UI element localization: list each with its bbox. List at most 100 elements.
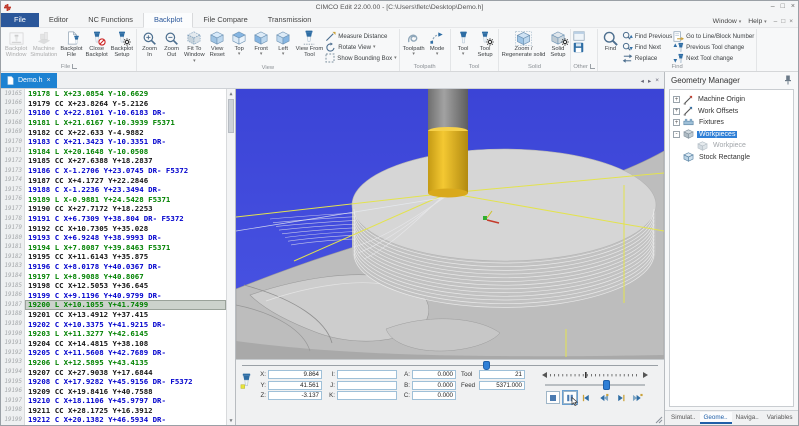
- axis-value-x[interactable]: 9.864: [268, 370, 322, 379]
- code-line[interactable]: 1919119204 CC X+14.4815 Y+38.108: [1, 338, 226, 348]
- mdi-close-icon[interactable]: ×: [789, 18, 793, 25]
- ribbon-button-icon[interactable]: [573, 31, 585, 41]
- minimize-icon[interactable]: –: [771, 2, 775, 12]
- scroll-up-icon[interactable]: ▲: [229, 89, 232, 98]
- ribbon-button-front[interactable]: Front▾: [251, 29, 272, 65]
- code-line[interactable]: 1917419187 CC X+4.1727 Y+22.2846: [1, 175, 226, 185]
- code-line[interactable]: 1916719180 C X+22.8101 Y-10.6183 DR-: [1, 108, 226, 118]
- ribbon-tab-editor[interactable]: Editor: [39, 13, 78, 27]
- code-line[interactable]: 1917619189 L X-0.9881 Y+24.5428 F5371: [1, 195, 226, 205]
- tree-item-workpiece[interactable]: Workpiece: [673, 140, 790, 152]
- code-line[interactable]: 1918619199 C X+9.1196 Y+40.9799 DR-: [1, 290, 226, 300]
- tree-expander-icon[interactable]: +: [673, 96, 680, 103]
- step-forward-button[interactable]: [614, 391, 628, 404]
- ribbon-button-find-previous[interactable]: Find Previous: [622, 31, 672, 41]
- code-line[interactable]: 1919219205 C X+11.5608 Y+42.7689 DR-: [1, 348, 226, 358]
- stop-button[interactable]: [546, 391, 560, 404]
- ribbon-button-view-reset[interactable]: View Reset: [207, 29, 228, 65]
- ribbon-button-zoom-out[interactable]: Zoom Out: [161, 29, 182, 65]
- ribbon-button-replace[interactable]: Replace: [622, 53, 672, 63]
- code-line[interactable]: 1916619179 CC X+23.8264 Y-5.2126: [1, 99, 226, 109]
- ribbon-button-go-to-line-block-number[interactable]: Go to Line/Block Number: [673, 31, 754, 41]
- axis-value-a[interactable]: 0.000: [412, 370, 456, 379]
- tree-item-machine-origin[interactable]: +Machine Origin: [673, 94, 790, 106]
- ribbon-button-close-backplot[interactable]: Close Backplot: [85, 29, 109, 62]
- code-line[interactable]: 1918819201 CC X+13.4912 Y+37.415: [1, 310, 226, 320]
- panel-tab-variables[interactable]: Variables: [763, 412, 797, 424]
- ribbon-button-previous-tool-change[interactable]: Previous Tool change: [673, 42, 754, 52]
- code-line[interactable]: 1916819181 L X+21.6167 Y-10.3939 F5371: [1, 118, 226, 128]
- pin-icon[interactable]: [784, 75, 792, 87]
- ribbon-button-find[interactable]: Find: [600, 29, 621, 63]
- ribbon-tab-transmission[interactable]: Transmission: [258, 13, 322, 27]
- ribbon-tab-file[interactable]: File: [1, 13, 39, 27]
- ribbon-button-mode[interactable]: Mode▾: [427, 29, 448, 62]
- ribbon-button-icon[interactable]: [573, 42, 585, 52]
- ribbon-button-view-from-tool[interactable]: View From Tool: [295, 29, 325, 65]
- panel-tab-geome[interactable]: Geome..: [700, 412, 732, 424]
- close-icon[interactable]: ×: [791, 2, 795, 12]
- code-line[interactable]: 1919319206 L X+12.5895 Y+43.4135: [1, 358, 226, 368]
- scroll-down-icon[interactable]: ▼: [229, 416, 232, 425]
- editor-scrollbar[interactable]: ▲ ▼: [226, 89, 235, 425]
- code-line[interactable]: 1917819191 C X+6.7309 Y+38.804 DR- F5372: [1, 214, 226, 224]
- tree-expander-icon[interactable]: +: [673, 108, 680, 115]
- code-line[interactable]: 1918719200 L X+10.1055 Y+41.7499: [1, 300, 226, 310]
- menu-window[interactable]: Window ▾: [713, 18, 742, 25]
- code-line[interactable]: 1919719210 C X+18.1106 Y+45.9797 DR-: [1, 396, 226, 406]
- simulation-progress-slider[interactable]: [242, 360, 658, 370]
- code-line[interactable]: 1916919182 CC X+22.633 Y-4.9882: [1, 127, 226, 137]
- axis-value-k[interactable]: [337, 391, 397, 400]
- ribbon-button-find-next[interactable]: Find Next: [622, 42, 672, 52]
- axis-value-c[interactable]: 0.000: [412, 391, 456, 400]
- code-line[interactable]: 1917719190 CC X+27.7172 Y+18.2253: [1, 204, 226, 214]
- ribbon-tab-nc-functions[interactable]: NC Functions: [78, 13, 143, 27]
- mdi-minimize-icon[interactable]: –: [774, 18, 778, 25]
- progress-slider-handle[interactable]: [483, 361, 490, 370]
- tree-item-work-offsets[interactable]: +Work Offsets: [673, 106, 790, 118]
- ribbon-button-tool-setup[interactable]: Tool Setup: [475, 29, 496, 62]
- panel-tab-naviga[interactable]: Naviga..: [732, 412, 763, 424]
- tab-close-icon[interactable]: ×: [47, 77, 51, 84]
- code-line[interactable]: 1918419197 L X+8.9088 Y+40.8067: [1, 271, 226, 281]
- code-line[interactable]: 1917519188 C X-1.2236 Y+23.3494 DR-: [1, 185, 226, 195]
- axis-value-j[interactable]: [337, 381, 397, 390]
- code-line[interactable]: 1918519198 CC X+12.5053 Y+36.645: [1, 281, 226, 291]
- tree-expander-icon[interactable]: -: [673, 131, 680, 138]
- mdi-restore-icon[interactable]: □: [781, 18, 785, 25]
- ribbon-button-rotate-view[interactable]: Rotate View ▾: [325, 42, 396, 52]
- code-line[interactable]: 1917119184 L X+20.1648 Y-10.0508: [1, 147, 226, 157]
- tree-item-fixtures[interactable]: +Fixtures: [673, 117, 790, 129]
- code-line[interactable]: 1919919212 C X+20.1382 Y+46.5934 DR-: [1, 415, 226, 425]
- code-line[interactable]: 1917919192 CC X+10.7305 Y+35.028: [1, 223, 226, 233]
- backplot-3d-scene[interactable]: [236, 89, 664, 359]
- scrollbar-thumb[interactable]: [228, 99, 234, 133]
- code-line[interactable]: 1916519178 L X+23.0854 Y-10.6629: [1, 89, 226, 99]
- dialog-launcher-icon[interactable]: [590, 64, 595, 69]
- nc-code-editor[interactable]: 1916519178 L X+23.0854 Y-10.662919166191…: [1, 89, 236, 425]
- ribbon-button-next-tool-change[interactable]: Next Tool change: [673, 53, 754, 63]
- axis-value-z[interactable]: -3.137: [268, 391, 322, 400]
- ribbon-button-top[interactable]: Top▾: [229, 29, 250, 65]
- ribbon-button-zoom-regenerate-solid[interactable]: Zoom / Regenerate solid: [501, 29, 547, 62]
- menu-help[interactable]: Help ▾: [748, 18, 766, 25]
- code-line[interactable]: 1918019193 C X+6.9248 Y+38.9993 DR-: [1, 233, 226, 243]
- resize-grip[interactable]: [655, 416, 663, 424]
- restore-icon[interactable]: □: [781, 2, 785, 12]
- pause-button[interactable]: [563, 391, 577, 404]
- axis-value-i[interactable]: [337, 370, 397, 379]
- ribbon-button-measure-distance[interactable]: Measure Distance: [325, 31, 396, 41]
- tab-scroll-left-icon[interactable]: ◂: [641, 77, 644, 85]
- run-back-button[interactable]: [597, 391, 611, 404]
- code-line[interactable]: 1918319196 C X+8.0178 Y+40.0367 DR-: [1, 262, 226, 272]
- speed-slider[interactable]: [545, 380, 645, 390]
- ribbon-button-toolpath[interactable]: Toolpath▾: [402, 29, 426, 62]
- ribbon-button-backplot-setup[interactable]: Backplot Setup: [110, 29, 134, 62]
- code-line[interactable]: 1917019183 C X+21.3423 Y-10.3351 DR-: [1, 137, 226, 147]
- ribbon-tab-backplot[interactable]: Backplot: [143, 12, 193, 28]
- code-line[interactable]: 1917319186 C X-1.2706 Y+23.0745 DR- F537…: [1, 166, 226, 176]
- ribbon-button-solid-setup[interactable]: Solid Setup: [547, 29, 568, 62]
- code-line[interactable]: 1919519208 C X+17.9282 Y+45.9156 DR- F53…: [1, 377, 226, 387]
- axis-value-b[interactable]: 0.000: [412, 381, 456, 390]
- ribbon-button-left[interactable]: Left▾: [273, 29, 294, 65]
